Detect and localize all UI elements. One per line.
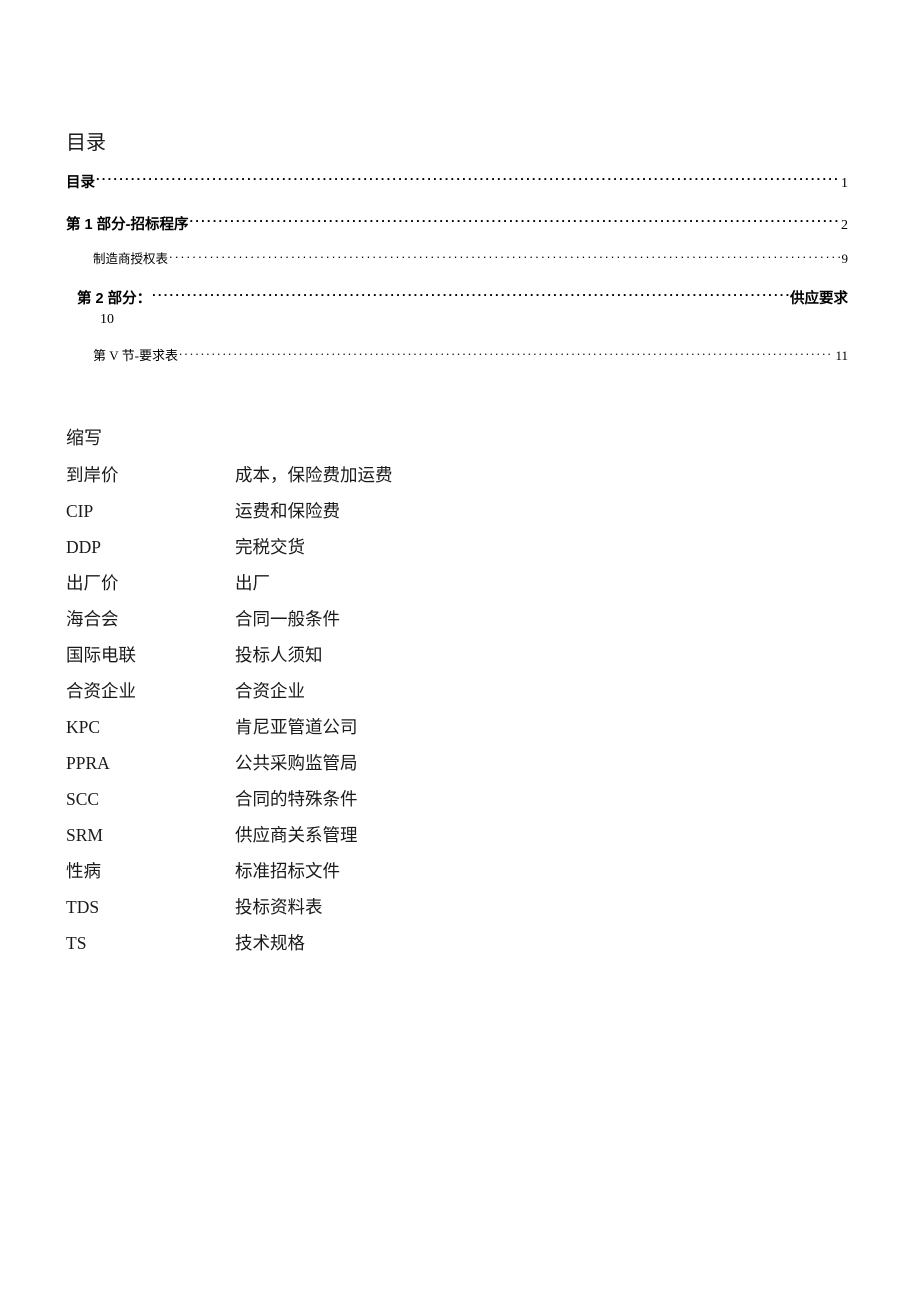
abbreviation-row: TDS 投标资料表 [66, 894, 666, 930]
dot-leader [152, 288, 789, 303]
abbreviation-row: 性病 标准招标文件 [66, 858, 666, 894]
dot-leader [189, 214, 840, 229]
abbreviation-term: 性病 [66, 861, 101, 881]
abbreviation-row: 国际电联 投标人须知 [66, 642, 666, 678]
abbreviation-row: TS 技术规格 [66, 930, 666, 966]
abbreviation-definition: 供应商关系管理 [235, 825, 358, 845]
abbreviation-term: TDS [66, 897, 100, 917]
abbreviation-definition: 合同一般条件 [235, 609, 340, 629]
abbreviation-row: 海合会 合同一般条件 [66, 606, 666, 642]
dot-leader [96, 172, 840, 187]
abbreviation-row: SRM 供应商关系管理 [66, 822, 666, 858]
abbreviation-definition: 肯尼亚管道公司 [235, 717, 358, 737]
abbreviation-term: 到岸价 [66, 465, 119, 485]
toc-entry-part-1[interactable]: 第 1 部分-招标程序 2 [66, 214, 848, 235]
abbreviation-definition: 技术规格 [235, 933, 305, 953]
abbreviation-definition: 合同的特殊条件 [235, 789, 358, 809]
toc-entry-manufacturer-authorization[interactable]: 制造商授权表 9 [93, 250, 848, 268]
abbreviation-definition: 出厂 [235, 573, 270, 593]
abbreviations-section: 缩写 到岸价 成本，保险费加运费 CIP 运费和保险费 DDP 完税交货 出厂价… [66, 426, 666, 966]
dot-leader [179, 347, 834, 360]
abbreviation-definition: 标准招标文件 [235, 861, 340, 881]
abbreviation-definition: 合资企业 [235, 681, 305, 701]
abbreviation-row: 出厂价 出厂 [66, 570, 666, 606]
toc-entry-page: 1 [841, 175, 848, 191]
abbreviation-term: 国际电联 [66, 645, 136, 665]
toc-entry-page: 10 [100, 312, 114, 327]
abbreviation-row: KPC 肯尼亚管道公司 [66, 714, 666, 750]
toc-entry-contents[interactable]: 目录 1 [66, 172, 848, 193]
abbreviations-heading: 缩写 [66, 428, 102, 448]
toc-entry-part-2[interactable]: 第 2 部分： 供应要求 [77, 288, 848, 309]
abbreviation-term: CIP [66, 501, 94, 521]
abbreviation-term: 合资企业 [66, 681, 136, 701]
abbreviation-term: TS [66, 933, 87, 953]
toc-entry-label: 制造商授权表 [93, 252, 169, 266]
toc-entry-section-5[interactable]: 第 V 节-要求表 11 [93, 347, 848, 364]
toc-entry-page: 11 [835, 348, 848, 363]
toc-entry-label: 目录 [66, 174, 95, 191]
abbreviation-row: 合资企业 合资企业 [66, 678, 666, 714]
toc-entry-label: 第 2 部分： [77, 290, 152, 307]
abbreviation-term: PPRA [66, 753, 110, 773]
abbreviation-term: KPC [66, 717, 101, 737]
abbreviation-term: 海合会 [66, 609, 119, 629]
abbreviation-term: SRM [66, 825, 103, 845]
toc-entry-page: 2 [841, 217, 848, 233]
abbreviation-row: 到岸价 成本，保险费加运费 [66, 462, 666, 498]
abbreviation-definition: 成本，保险费加运费 [235, 465, 393, 485]
abbreviation-row: PPRA 公共采购监管局 [66, 750, 666, 786]
abbreviation-term: DDP [66, 537, 102, 557]
document-page: 目录 目录 1 第 1 部分-招标程序 2 制造商授权表 9 第 2 部分： 供… [0, 0, 920, 1301]
abbreviation-definition: 公共采购监管局 [235, 753, 358, 773]
dot-leader [169, 251, 840, 264]
toc-entry-label: 第 1 部分-招标程序 [66, 216, 189, 233]
abbreviation-row: DDP 完税交货 [66, 534, 666, 570]
abbreviation-definition: 投标人须知 [235, 645, 323, 665]
abbreviation-row: CIP 运费和保险费 [66, 498, 666, 534]
toc-entry-label-tail: 供应要求 [790, 290, 848, 307]
toc-entry-label: 第 V 节-要求表 [93, 348, 178, 363]
abbreviation-definition: 投标资料表 [235, 897, 323, 917]
abbreviation-term: 出厂价 [66, 573, 119, 593]
abbreviation-definition: 完税交货 [235, 537, 305, 557]
abbreviation-term: SCC [66, 789, 100, 809]
abbreviation-definition: 运费和保险费 [235, 501, 340, 521]
page-title: 目录 [66, 132, 106, 154]
abbreviation-row: SCC 合同的特殊条件 [66, 786, 666, 822]
toc-entry-page: 9 [841, 251, 849, 266]
